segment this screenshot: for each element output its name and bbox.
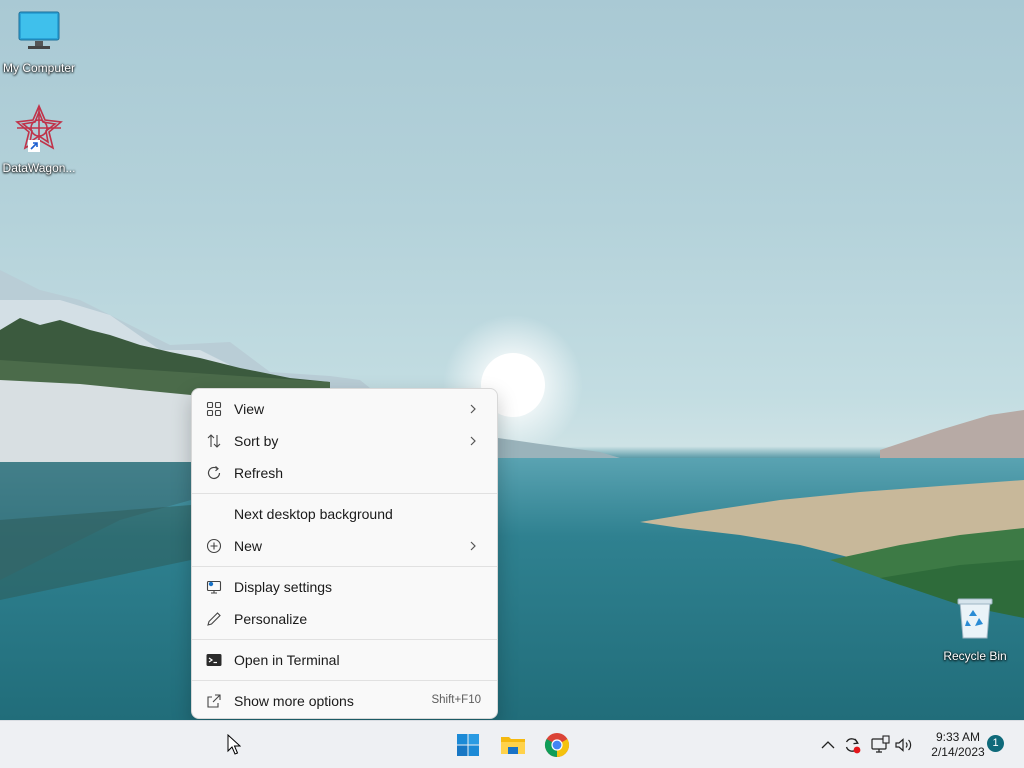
wallpaper: [0, 270, 1024, 720]
menu-item-display-settings[interactable]: Display settings: [196, 571, 493, 603]
menu-item-label: Refresh: [234, 465, 284, 481]
desktop[interactable]: My Computer DataWagon... Recycle Bin: [0, 0, 1024, 720]
menu-item-label: View: [234, 401, 265, 417]
share-open-icon: [207, 694, 221, 708]
pen-icon: [207, 612, 221, 626]
menu-separator: [192, 680, 497, 681]
plus-circle-icon: [206, 538, 222, 554]
chevron-right-icon: [470, 541, 476, 551]
chevron-right-icon: [470, 404, 476, 414]
desktop-icon-recycle-bin[interactable]: Recycle Bin: [936, 596, 1014, 663]
menu-item-label: Sort by: [234, 433, 279, 449]
notification-badge[interactable]: 1: [987, 735, 1004, 752]
menu-separator: [192, 639, 497, 640]
chrome-icon: [544, 733, 570, 757]
menu-item-personalize[interactable]: Personalize: [196, 603, 493, 635]
desktop-context-menu: View Sort by Refresh Next desktop backgr…: [191, 388, 498, 719]
menu-item-label: Personalize: [234, 611, 308, 627]
menu-item-label: New: [234, 538, 263, 554]
view-grid-icon: [206, 401, 222, 417]
menu-item-view[interactable]: View: [196, 393, 493, 425]
sync-icon[interactable]: [842, 735, 862, 755]
menu-separator: [192, 566, 497, 567]
desktop-icon-label: Recycle Bin: [943, 649, 1007, 663]
menu-item-sort-by[interactable]: Sort by: [196, 425, 493, 457]
datawagon-app-icon: [15, 103, 63, 152]
menu-item-label: Next desktop background: [234, 506, 393, 522]
menu-item-shortcut: Shift+F10: [431, 694, 481, 706]
menu-item-refresh[interactable]: Refresh: [196, 457, 493, 489]
network-icon[interactable]: [870, 735, 890, 755]
refresh-icon: [207, 466, 221, 479]
clock-time: 9:33 AM: [935, 730, 981, 744]
volume-icon[interactable]: [894, 735, 914, 755]
folder-icon: [501, 737, 525, 754]
menu-separator: [192, 493, 497, 494]
menu-item-open-in-terminal[interactable]: Open in Terminal: [196, 644, 493, 676]
windows-start-icon: [457, 734, 479, 756]
taskbar-chrome[interactable]: [541, 729, 573, 761]
desktop-icon-label: My Computer: [2, 61, 76, 75]
sort-arrows-icon: [207, 434, 221, 448]
desktop-icon-label: DataWagon...: [2, 161, 76, 175]
menu-item-label: Open in Terminal: [234, 652, 340, 668]
start-button[interactable]: [452, 729, 484, 761]
menu-item-label: Show more options: [234, 693, 354, 709]
mouse-cursor-icon: [227, 734, 241, 755]
chevron-up-icon[interactable]: [818, 735, 838, 755]
menu-item-next-desktop-background[interactable]: Next desktop background: [196, 498, 493, 530]
chevron-right-icon: [470, 436, 476, 446]
recycle-bin-icon: [957, 598, 993, 639]
terminal-icon: [206, 654, 222, 666]
taskbar: 9:33 AM 2/14/2023: [0, 720, 1024, 768]
menu-item-new[interactable]: New: [196, 530, 493, 562]
menu-item-show-more-options[interactable]: Show more options Shift+F10: [196, 685, 493, 717]
monitor-icon: [18, 11, 60, 49]
desktop-icon-my-computer[interactable]: My Computer: [0, 10, 78, 75]
display-settings-icon: [206, 580, 222, 594]
system-clock[interactable]: 9:33 AM 2/14/2023: [918, 730, 998, 760]
desktop-icon-datawagon[interactable]: DataWagon...: [0, 103, 78, 175]
menu-item-label: Display settings: [234, 579, 333, 595]
clock-date: 2/14/2023: [931, 745, 985, 759]
taskbar-file-explorer[interactable]: [497, 729, 529, 761]
